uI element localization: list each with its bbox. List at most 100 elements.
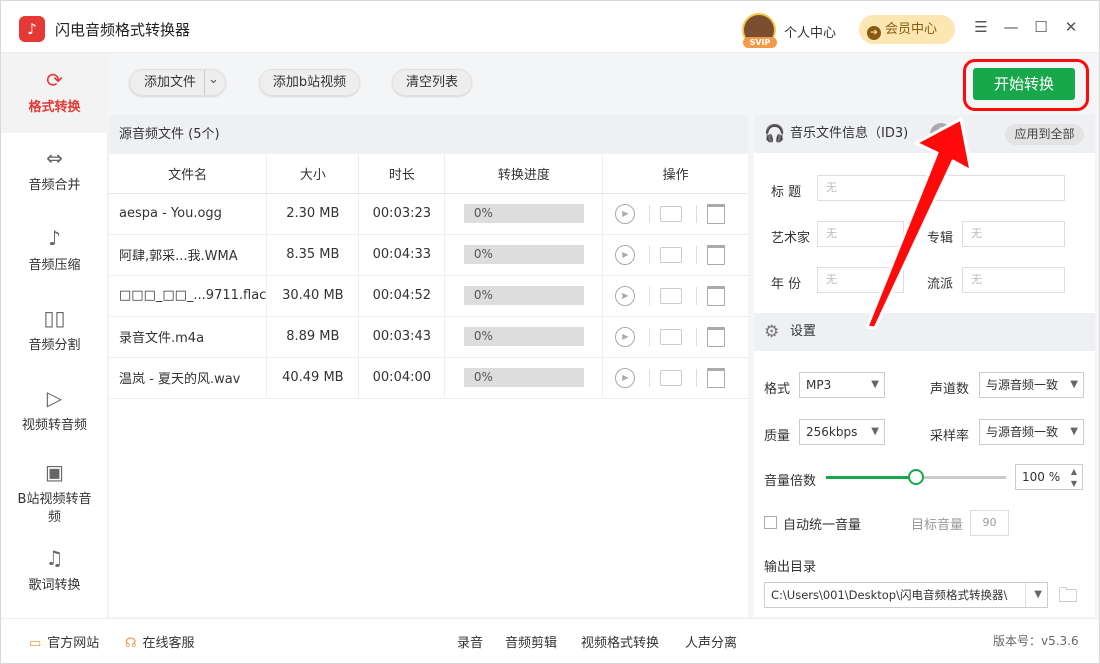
divider — [649, 327, 651, 346]
table-row[interactable]: 温岚 - 夏天的风.wav 40.49 MB 00:04:00 0% ▶ — [109, 357, 748, 399]
genre-label: 流派 — [927, 277, 954, 292]
warning-icon[interactable]: ! — [930, 123, 952, 145]
sidebar: ⟳ 格式转换 ⇔ 音频合并 ♪ 音频压缩 ▯▯ 音频分割 ▷ 视频转音频 ▣ B… — [1, 53, 108, 619]
year-field[interactable]: 无 — [817, 267, 904, 293]
video-to-audio-icon: ▷ — [46, 386, 63, 410]
divider — [696, 368, 698, 387]
target-volume-field[interactable]: 90 — [970, 510, 1009, 536]
artist-field[interactable]: 无 — [817, 221, 904, 247]
file-name: 温岚 - 夏天的风.wav — [109, 357, 268, 399]
clear-list-button[interactable]: 清空列表 — [392, 69, 472, 96]
volume-value: 100 — [1022, 470, 1045, 484]
sidebar-item-audio-compress[interactable]: ♪ 音频压缩 — [1, 225, 108, 287]
user-center-link[interactable]: 个人中心 — [784, 22, 836, 41]
file-name: 录音文件.m4a — [109, 316, 268, 358]
auto-volume-checkbox[interactable] — [764, 516, 777, 529]
genre-field[interactable]: 无 — [962, 267, 1065, 293]
actions-cell: ▶ — [602, 193, 748, 235]
folder-icon[interactable] — [660, 205, 683, 222]
play-icon[interactable]: ▶ — [615, 244, 636, 265]
footer-link-video-convert[interactable]: 视频格式转换 — [581, 632, 659, 651]
folder-icon[interactable] — [660, 246, 683, 263]
file-size: 8.89 MB — [266, 316, 360, 358]
vip-center-label: 会员中心 — [885, 22, 938, 37]
sample-rate-select[interactable]: 与源音频一致 ▼ — [979, 419, 1084, 445]
file-name: □□□_□□_...9711.flac — [109, 275, 268, 317]
column-header-size: 大小 — [266, 154, 360, 194]
sidebar-item-label: 音频合并 — [28, 178, 81, 193]
title-field[interactable]: 无 — [817, 175, 1065, 201]
play-icon[interactable]: ▶ — [615, 367, 636, 388]
column-header-actions: 操作 — [602, 154, 748, 194]
sidebar-item-video-to-audio[interactable]: ▷ 视频转音频 — [1, 385, 108, 447]
folder-icon[interactable] — [660, 328, 683, 345]
start-convert-button[interactable]: 开始转换 — [973, 68, 1075, 100]
close-icon[interactable]: ✕ — [1063, 19, 1079, 35]
table-row[interactable]: □□□_□□_...9711.flac 30.40 MB 00:04:52 0%… — [109, 275, 748, 317]
sidebar-item-audio-merge[interactable]: ⇔ 音频合并 — [1, 145, 108, 207]
trash-icon[interactable] — [707, 367, 726, 388]
trash-icon[interactable] — [707, 244, 726, 265]
footer-link-record[interactable]: 录音 — [457, 632, 483, 651]
progress-cell: 0% — [444, 193, 604, 235]
folder-icon[interactable]: 🗀 — [1058, 584, 1078, 606]
divider — [696, 204, 698, 223]
play-icon[interactable]: ▶ — [615, 326, 636, 347]
divider — [696, 327, 698, 346]
play-icon[interactable]: ▶ — [615, 203, 636, 224]
official-website-link[interactable]: ▭ 官方网站 — [29, 632, 99, 651]
trash-icon[interactable] — [707, 326, 726, 347]
album-field[interactable]: 无 — [962, 221, 1065, 247]
minimize-icon[interactable]: — — [1003, 19, 1019, 35]
sidebar-item-format-convert[interactable]: ⟳ 格式转换 — [1, 53, 108, 133]
sidebar-item-label: B站视频转音频 — [17, 492, 92, 525]
output-dir-select[interactable]: C:\Users\001\Desktop\闪电音频格式转换器\ ▼ — [764, 582, 1048, 608]
table-row[interactable]: aespa - You.ogg 2.30 MB 00:03:23 0% ▶ — [109, 193, 748, 235]
add-file-button[interactable]: 添加文件 ⌄ — [129, 69, 226, 96]
file-duration: 00:03:23 — [358, 193, 446, 235]
sidebar-item-lyrics-convert[interactable]: ♫ 歌词转换 — [1, 545, 108, 607]
divider — [696, 286, 698, 305]
settings-section-title: 设置 — [790, 324, 817, 339]
add-file-label: 添加文件 — [144, 75, 197, 90]
progress-bar: 0% — [463, 245, 584, 264]
add-file-divider — [204, 70, 205, 95]
app-title: 闪电音频格式转换器 — [55, 21, 191, 39]
volume-slider-handle[interactable] — [908, 469, 924, 485]
file-duration: 00:03:43 — [358, 316, 446, 358]
maximize-icon[interactable]: ☐ — [1033, 19, 1049, 35]
volume-stepper[interactable]: 100 % ▲ ▼ — [1015, 464, 1083, 490]
table-row[interactable]: 录音文件.m4a 8.89 MB 00:03:43 0% ▶ — [109, 316, 748, 358]
online-support-link[interactable]: ☊ 在线客服 — [125, 632, 195, 651]
add-bilibili-video-button[interactable]: 添加b站视频 — [259, 69, 360, 96]
sidebar-item-audio-split[interactable]: ▯▯ 音频分割 — [1, 305, 108, 367]
channel-select[interactable]: 与源音频一致 ▼ — [979, 372, 1084, 398]
format-value: MP3 — [806, 378, 832, 392]
table-header-row: 文件名 大小 时长 转换进度 操作 — [109, 154, 748, 194]
quality-select[interactable]: 256kbps ▼ — [799, 419, 885, 445]
settings-section-header: ⚙ 设置 — [754, 313, 1095, 351]
footer-link-audio-edit[interactable]: 音频剪辑 — [505, 632, 557, 651]
folder-icon[interactable] — [660, 287, 683, 304]
file-table: 文件名 大小 时长 转换进度 操作 aespa - You.ogg 2.30 M… — [109, 154, 748, 399]
sidebar-item-bilibili-to-audio[interactable]: ▣ B站视频转音频 — [1, 459, 108, 529]
sidebar-item-label: 歌词转换 — [28, 578, 81, 593]
menu-icon[interactable]: ☰ — [973, 19, 989, 35]
folder-icon[interactable] — [660, 369, 683, 386]
lyrics-icon: ♫ — [45, 546, 64, 570]
column-header-duration: 时长 — [358, 154, 446, 194]
play-icon[interactable]: ▶ — [615, 285, 636, 306]
volume-slider[interactable] — [826, 469, 1006, 485]
vip-center-button[interactable]: ➔ 会员中心 — [859, 15, 955, 44]
format-label: 格式 — [764, 382, 791, 397]
apply-to-all-button[interactable]: 应用到全部 — [1005, 124, 1084, 145]
progress-cell: 0% — [444, 234, 604, 276]
stepper-arrows-icon[interactable]: ▲ ▼ — [1071, 466, 1077, 489]
footer-link-vocal-separation[interactable]: 人声分离 — [685, 632, 737, 651]
trash-icon[interactable] — [707, 203, 726, 224]
format-select[interactable]: MP3 ▼ — [799, 372, 885, 398]
trash-icon[interactable] — [707, 285, 726, 306]
chevron-down-icon[interactable]: ⌄ — [208, 67, 219, 92]
target-volume-label: 目标音量 — [911, 518, 964, 533]
table-row[interactable]: 阿肆,郭采...我.WMA 8.35 MB 00:04:33 0% ▶ — [109, 234, 748, 276]
